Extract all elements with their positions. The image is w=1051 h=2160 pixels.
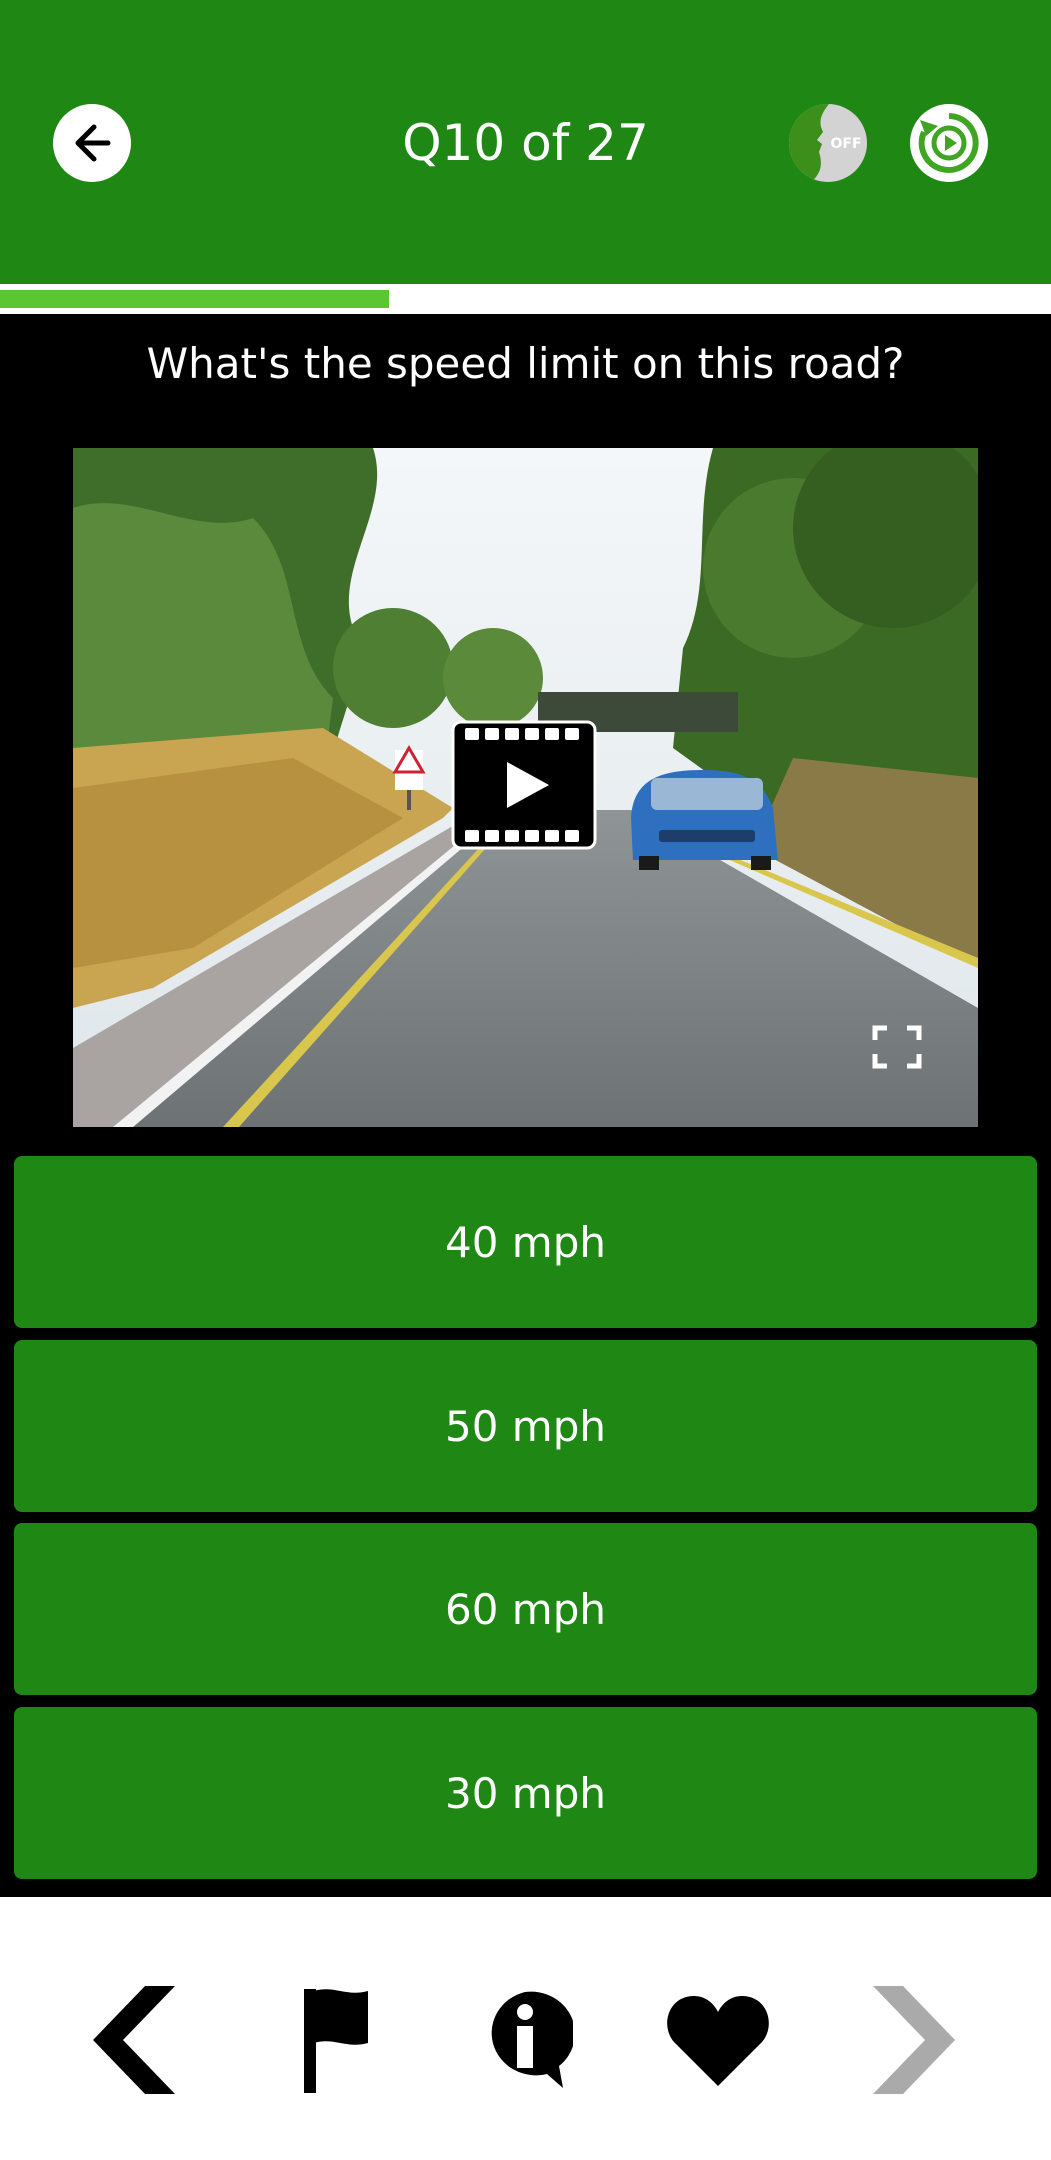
play-film-icon[interactable] <box>451 720 597 850</box>
voice-state-label: OFF <box>830 136 861 152</box>
flag-icon <box>304 1989 368 2093</box>
next-question-button[interactable] <box>854 1980 964 2100</box>
heart-icon <box>667 1996 769 2086</box>
chevron-left-icon <box>93 1986 175 2094</box>
progress-bar <box>0 284 1051 314</box>
answer-option-3[interactable]: 60 mph <box>14 1523 1037 1695</box>
replay-button[interactable] <box>910 104 988 182</box>
answer-option-1[interactable]: 40 mph <box>14 1156 1037 1328</box>
fullscreen-icon[interactable] <box>871 1024 923 1070</box>
answer-option-2[interactable]: 50 mph <box>14 1340 1037 1512</box>
answer-option-4[interactable]: 30 mph <box>14 1707 1037 1879</box>
voice-head-icon: OFF <box>789 104 862 182</box>
question-text: What's the speed limit on this road? <box>146 339 905 388</box>
info-button[interactable] <box>470 1980 580 2100</box>
voice-toggle-button[interactable]: OFF <box>789 104 867 182</box>
info-icon <box>491 1991 573 2088</box>
progress-fill <box>0 290 389 308</box>
favorite-button[interactable] <box>663 1980 773 2100</box>
previous-question-button[interactable] <box>84 1980 194 2100</box>
question-counter: Q10 of 27 <box>402 114 649 172</box>
chevron-right-icon <box>873 1986 955 2094</box>
bottom-nav <box>0 1897 1051 2160</box>
question-video[interactable] <box>73 448 978 1127</box>
top-bar: Q10 of 27 OFF <box>0 0 1051 284</box>
flag-button[interactable] <box>281 1980 391 2100</box>
replay-video-icon <box>918 113 979 173</box>
